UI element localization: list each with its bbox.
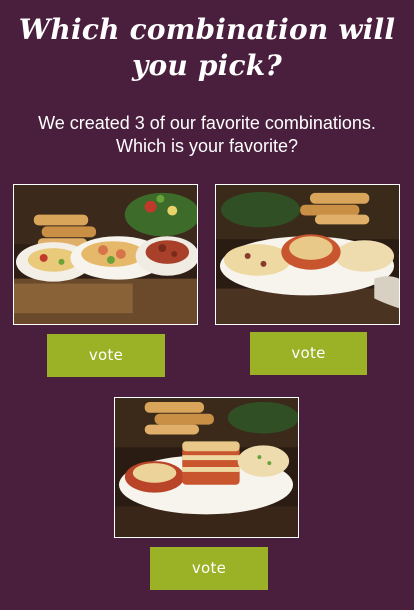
vote-button-combination-2[interactable]: vote bbox=[250, 332, 367, 375]
page-title: Which combination will you pick? bbox=[0, 12, 414, 84]
combination-3-image bbox=[115, 398, 298, 537]
subtitle-line-1: We created 3 of our favorite combination… bbox=[38, 113, 376, 133]
subtitle-line-2: Which is your favorite? bbox=[115, 136, 299, 156]
page-subtitle: We created 3 of our favorite combination… bbox=[0, 112, 414, 158]
combination-3-photo bbox=[114, 397, 299, 538]
combination-2-photo bbox=[215, 184, 400, 325]
title-line-2: you pick? bbox=[132, 49, 282, 82]
combination-2-image bbox=[216, 185, 399, 324]
title-line-1: Which combination will bbox=[18, 13, 396, 46]
combination-1-photo bbox=[13, 184, 198, 325]
combination-1-image bbox=[14, 185, 197, 324]
vote-button-combination-1[interactable]: vote bbox=[47, 334, 165, 377]
vote-button-combination-3[interactable]: vote bbox=[150, 547, 268, 590]
